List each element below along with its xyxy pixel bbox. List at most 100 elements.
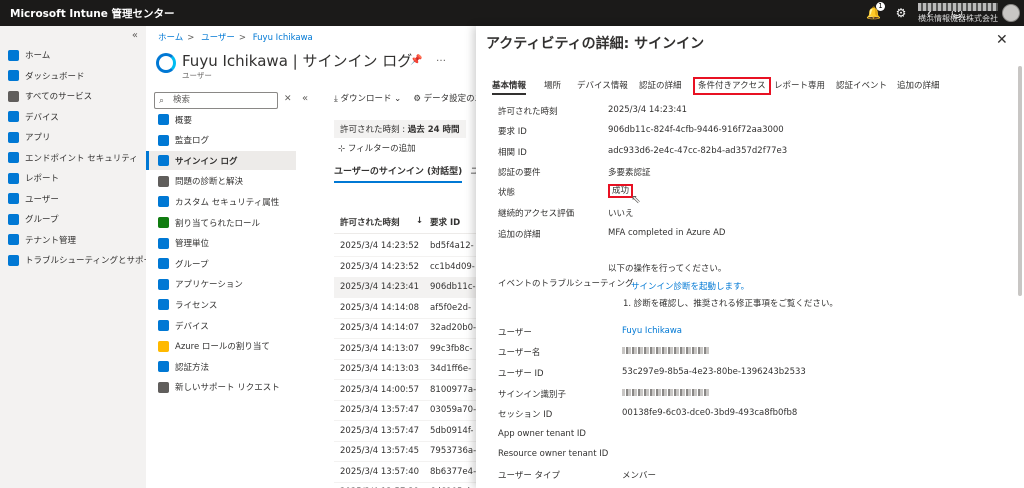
search-input[interactable]: ⌕ 検索 — [154, 92, 278, 109]
sidebar-item-0[interactable]: ホーム — [8, 47, 50, 63]
table-row[interactable]: 2025/3/4 14:14:08 af5f0e2d- — [334, 298, 476, 319]
tab-additional-details[interactable]: 追加の詳細 — [897, 79, 940, 95]
collapse-menu-icon[interactable]: « — [302, 93, 308, 104]
close-icon[interactable]: ✕ — [996, 32, 1008, 48]
breadcrumb-user[interactable]: Fuyu Ichikawa — [253, 33, 313, 43]
table-row[interactable]: 2025/3/4 13:57:47 5db0914f- — [334, 421, 476, 442]
menu-item-5[interactable]: 割り当てられたロール — [146, 213, 296, 232]
sidebar-item-10[interactable]: トラブルシューティングとサポート — [8, 252, 161, 268]
app-title[interactable]: Microsoft Intune 管理センター — [0, 6, 175, 21]
top-bar: Microsoft Intune 管理センター 🔔 1 ⚙ ? ☺ 横浜情報機器株… — [0, 0, 1024, 26]
sidebar-item-1[interactable]: ダッシュボード — [8, 68, 85, 84]
dashboard-icon — [8, 70, 19, 81]
table-row[interactable]: 2025/3/4 13:57:396d6105eb- — [334, 482, 476, 488]
sidebar-item-5[interactable]: エンドポイント セキュリティ — [8, 150, 138, 166]
menu-item-icon — [158, 258, 169, 270]
clear-search-icon[interactable]: ✕ — [284, 94, 292, 104]
tab-location[interactable]: 場所 — [544, 79, 561, 95]
search-placeholder: 検索 — [173, 95, 191, 105]
data-settings-button[interactable]: ⚙ データ設定のエ — [413, 92, 483, 104]
group-icon — [8, 213, 19, 225]
tab-basic-info[interactable]: 基本情報 — [492, 79, 527, 95]
sidebar-item-8[interactable]: グループ — [8, 211, 59, 227]
row-time: 2025/3/4 14:14:08 — [340, 302, 420, 313]
tab-auth-events[interactable]: 認証イベント — [836, 79, 887, 95]
signin-diagnostic-link[interactable]: サインイン診断を起動します。 — [631, 280, 749, 292]
account-info[interactable]: 横浜情報機器株式会社 — [918, 3, 998, 24]
signin-identifier-label: サインイン識別子 — [498, 390, 567, 400]
breadcrumb-users[interactable]: ユーザー — [201, 33, 235, 43]
add-filter-button[interactable]: ⊹ フィルターの追加 — [338, 142, 416, 154]
menu-item-6[interactable]: 管理単位 — [146, 234, 296, 253]
sidebar-item-4[interactable]: アプリ — [8, 129, 51, 145]
table-row[interactable]: 2025/3/4 13:57:47 03059a70- — [334, 400, 476, 421]
sidebar-item-label: ユーザー — [25, 194, 59, 205]
tab-report-only[interactable]: レポート専用 — [774, 79, 825, 95]
menu-item-icon — [158, 175, 169, 187]
redacted-account-name — [918, 3, 998, 11]
avatar[interactable] — [1002, 4, 1020, 22]
menu-item-2[interactable]: サインイン ログ — [146, 151, 296, 171]
menu-item-7[interactable]: グループ — [146, 254, 296, 273]
table-row[interactable]: 2025/3/4 13:57:45 7953736a- — [334, 441, 476, 462]
table-row[interactable]: 2025/3/4 14:23:52 bd5f4a12- — [334, 236, 476, 257]
sidebar-item-2[interactable]: すべてのサービス — [8, 88, 92, 104]
table-row[interactable]: 2025/3/4 14:13:03 34d1ff6e- — [334, 359, 476, 380]
menu-item-0[interactable]: 概要 — [146, 110, 296, 129]
row-time: 2025/3/4 13:57:47 — [340, 425, 420, 436]
notification-bell-icon[interactable]: 🔔 1 — [866, 2, 885, 20]
menu-item-label: 認証方法 — [175, 362, 210, 373]
tab-device-info[interactable]: デバイス情報 — [577, 79, 628, 95]
menu-item-8[interactable]: アプリケーション — [146, 275, 296, 294]
menu-item-icon — [158, 217, 169, 228]
row-time: 2025/3/4 14:23:52 — [340, 241, 420, 251]
signin-identifier-value — [622, 388, 710, 398]
sidebar-item-7[interactable]: ユーザー — [8, 191, 59, 207]
sidebar-item-9[interactable]: テナント管理 — [8, 232, 76, 248]
table-row[interactable]: 2025/3/4 14:14:07 32ad20b0- — [334, 318, 476, 339]
menu-item-9[interactable]: ライセンス — [146, 295, 296, 314]
tab-auth-details[interactable]: 認証の詳細 — [639, 79, 682, 95]
sort-icon[interactable]: ↓ — [416, 216, 423, 226]
table-row[interactable]: 2025/3/4 14:23:41 906db11c- — [334, 277, 476, 298]
menu-item-1[interactable]: 監査ログ — [146, 131, 296, 150]
additional-details-value: MFA completed in Azure AD — [608, 228, 726, 238]
toolbar: ⤓ ダウンロード ⌄ ⚙ データ設定のエ — [334, 92, 483, 104]
menu-item-4[interactable]: カスタム セキュリティ属性 — [146, 192, 296, 211]
time-filter-pill[interactable]: 許可された時刻 : 過去 24 時間 — [334, 120, 466, 138]
sidebar-item-6[interactable]: レポート — [8, 170, 59, 186]
menu-item-13[interactable]: 新しいサポート リクエスト — [146, 378, 296, 397]
breadcrumb-home[interactable]: ホーム — [158, 33, 183, 43]
tab-interactive-signins[interactable]: ユーザーのサインイン (対話型) — [334, 164, 463, 183]
more-icon[interactable]: … — [436, 53, 446, 64]
sidebar-item-label: アプリ — [25, 133, 51, 143]
table-row[interactable]: 2025/3/4 13:57:40 8b6377e4- — [334, 462, 476, 483]
pin-icon[interactable]: 📌 — [410, 55, 422, 66]
menu-item-12[interactable]: 認証方法 — [146, 357, 296, 376]
column-time[interactable]: 許可された時刻 — [340, 216, 400, 228]
sidebar-item-3[interactable]: デバイス — [8, 109, 59, 125]
apps-icon — [8, 131, 19, 143]
user-link[interactable]: Fuyu Ichikawa — [622, 326, 682, 336]
download-button[interactable]: ⤓ ダウンロード ⌄ — [334, 92, 401, 104]
tab-conditional-access[interactable]: 条件付きアクセス — [693, 77, 771, 95]
activity-detail-panel: アクティビティの詳細: サインイン ✕ 基本情報 場所 デバイス情報 認証の詳細… — [476, 26, 1024, 488]
column-request-id[interactable]: 要求 ID — [430, 216, 460, 228]
notification-badge: 1 — [876, 2, 885, 11]
table-row[interactable]: 2025/3/4 14:00:57 8100977a- — [334, 380, 476, 401]
gear-icon[interactable]: ⚙ — [894, 6, 908, 20]
row-request-id: 34d1ff6e- — [430, 364, 472, 374]
menu-item-11[interactable]: Azure ロールの割り当て — [146, 337, 296, 356]
table-row[interactable]: 2025/3/4 14:23:52 cc1b4d09- — [334, 257, 476, 278]
collapse-nav-icon[interactable]: « — [132, 30, 138, 41]
username-value — [622, 346, 710, 356]
row-time: 2025/3/4 14:13:03 — [340, 364, 420, 374]
panel-scrollbar[interactable] — [1018, 66, 1022, 296]
menu-item-10[interactable]: デバイス — [146, 316, 296, 335]
mouse-cursor-icon: ⇖ — [631, 192, 642, 206]
shield-icon — [8, 152, 19, 163]
table-row[interactable]: 2025/3/4 14:13:07 99c3fb8c- — [334, 339, 476, 360]
menu-item-3[interactable]: 問題の診断と解決 — [146, 172, 296, 191]
correlation-id-value: adc933d6-2e4c-47cc-82b4-ad357d2f77e3 — [608, 146, 788, 156]
menu-item-icon — [158, 299, 169, 311]
